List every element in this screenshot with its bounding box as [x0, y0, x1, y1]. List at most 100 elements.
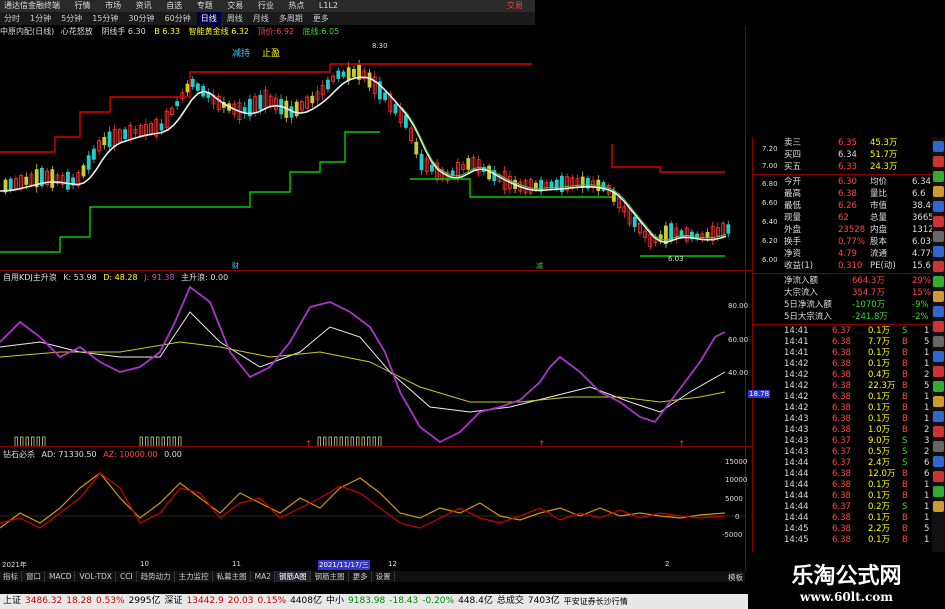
tick-cell: B: [902, 359, 908, 369]
indicator-label: 阴线手: [101, 27, 126, 36]
period-tab[interactable]: 1分钟: [26, 12, 55, 25]
indicator-tab[interactable]: CCI: [117, 571, 137, 582]
tool-icon[interactable]: [933, 276, 944, 287]
bk-axis-label: -5000: [722, 531, 743, 539]
flow-row: 大宗流入 354.7万 15%: [752, 287, 945, 299]
tick-cell: 9.0万: [868, 436, 891, 446]
tool-icon[interactable]: [933, 396, 944, 407]
period-tab-active[interactable]: 日线: [196, 12, 221, 25]
menu-market2[interactable]: 市场: [105, 1, 121, 10]
signal-bar: [145, 436, 149, 446]
menu-topics[interactable]: 专题: [197, 1, 213, 10]
tick-list[interactable]: 14:41 6.37 0.1万 S 1 14:41 6.38 7.7万 B 5 14:41 6.38 0…: [752, 326, 945, 546]
menu-trade[interactable]: 交易: [227, 1, 243, 10]
indicator-tab[interactable]: 主力监控: [176, 571, 213, 582]
period-tab[interactable]: 60分钟: [161, 12, 195, 25]
index-name[interactable]: 上证: [3, 594, 21, 609]
signal-bar: [31, 436, 35, 446]
tick-cell: B: [902, 491, 908, 501]
tool-icon[interactable]: [933, 186, 944, 197]
indicator-tab[interactable]: VOL-TDX: [76, 571, 116, 582]
indicator-tab[interactable]: 指标: [0, 571, 22, 582]
broker-label[interactable]: 平安证券长沙行情: [564, 594, 628, 609]
index-amount: 2995亿: [128, 596, 161, 606]
menu-news[interactable]: 资讯: [136, 1, 152, 10]
tool-icon[interactable]: [933, 306, 944, 317]
period-tab[interactable]: 周线: [223, 12, 247, 25]
tool-icon[interactable]: [933, 456, 944, 467]
stats-cell: 内盘: [870, 225, 888, 235]
indicator-tab[interactable]: MA2: [252, 571, 276, 582]
candle-body: [206, 92, 211, 98]
kdj-chart[interactable]: ↑ ↑ ↑: [0, 282, 745, 446]
tool-icon[interactable]: [933, 486, 944, 497]
tool-icon[interactable]: [933, 201, 944, 212]
tool-icon[interactable]: [933, 291, 944, 302]
period-tab[interactable]: 月线: [249, 12, 273, 25]
template-button[interactable]: 模板: [728, 572, 743, 583]
tool-icon[interactable]: [933, 471, 944, 482]
flow-cell: -9%: [912, 300, 929, 310]
indicator-tab[interactable]: 设置: [373, 571, 395, 582]
tick-cell: 1: [924, 502, 930, 512]
tool-icon[interactable]: [933, 141, 944, 152]
tool-icon[interactable]: [933, 156, 944, 167]
tool-icon[interactable]: [933, 426, 944, 437]
stock-name[interactable]: 中原内配(日线): [0, 27, 54, 36]
indicator-name[interactable]: 心花怒放: [61, 27, 93, 36]
indicator-label: B: [154, 27, 160, 36]
kdj-title[interactable]: 自用KDJ主升浪: [3, 273, 57, 282]
tick-cell: 14:44: [784, 513, 809, 523]
period-tab[interactable]: 15分钟: [88, 12, 122, 25]
menu-watchlist[interactable]: 自选: [166, 1, 182, 10]
menu-market[interactable]: 行情: [75, 1, 91, 10]
tick-row: 14:41 6.38 7.7万 B 5: [752, 337, 945, 348]
period-tab[interactable]: 更多: [309, 12, 333, 25]
period-tab[interactable]: 30分钟: [124, 12, 158, 25]
tool-icon[interactable]: [933, 351, 944, 362]
indicator-tab[interactable]: 私募主图: [214, 571, 251, 582]
tool-icon[interactable]: [933, 216, 944, 227]
candlestick-chart[interactable]: [0, 37, 745, 270]
menu-hot[interactable]: 热点: [288, 1, 304, 10]
period-tab[interactable]: 分时: [0, 12, 24, 25]
trade-button[interactable]: 交易: [507, 0, 523, 12]
tool-icon[interactable]: [933, 321, 944, 332]
tick-row: 14:41 6.38 0.1万 B 1: [752, 348, 945, 359]
indicator-tab[interactable]: 钢筋A图: [276, 571, 311, 582]
menu-industry[interactable]: 行业: [258, 1, 274, 10]
tool-icon[interactable]: [933, 261, 944, 272]
candle-body: [92, 148, 96, 160]
index-name[interactable]: 中小: [326, 594, 344, 609]
tool-icon[interactable]: [933, 336, 944, 347]
tool-icon[interactable]: [933, 411, 944, 422]
signal-bar: [42, 436, 46, 446]
signal-bar: [356, 436, 360, 446]
tool-icon[interactable]: [933, 171, 944, 182]
tool-icon[interactable]: [933, 381, 944, 392]
stats-table: 今开 6.30 均价 6.34 最高 6.38 量比 6.6 最低 6.26 市值 38.4亿 现量 62…: [752, 176, 945, 272]
tick-cell: 6.37: [832, 326, 851, 336]
indicator-tab[interactable]: 窗口: [23, 571, 45, 582]
orderbook-price: 6.33: [838, 162, 857, 172]
index-name[interactable]: 深证: [165, 594, 183, 609]
candle-body: [632, 216, 637, 227]
indicator-tab[interactable]: 钢筋主图: [312, 571, 349, 582]
tick-row: 14:44 6.37 0.2万 S 1: [752, 502, 945, 513]
signal-bar: [323, 436, 327, 446]
tool-icon[interactable]: [933, 366, 944, 377]
period-tab[interactable]: 5分钟: [57, 12, 86, 25]
bk-chart[interactable]: [0, 458, 745, 558]
tool-icon[interactable]: [933, 231, 944, 242]
tick-cell: 6.38: [832, 535, 851, 545]
tool-icon[interactable]: [933, 501, 944, 512]
period-tab[interactable]: 多周期: [275, 12, 307, 25]
indicator-tab[interactable]: MACD: [46, 571, 76, 582]
tool-icon[interactable]: [933, 441, 944, 452]
indicator-tab[interactable]: 更多: [350, 571, 372, 582]
index-percent: 0.53%: [96, 596, 125, 606]
tool-icon[interactable]: [933, 246, 944, 257]
stats-cell: 外盘: [784, 225, 802, 235]
indicator-tab[interactable]: 趋势动力: [138, 571, 175, 582]
menu-l1l2[interactable]: L1L2: [319, 1, 338, 10]
